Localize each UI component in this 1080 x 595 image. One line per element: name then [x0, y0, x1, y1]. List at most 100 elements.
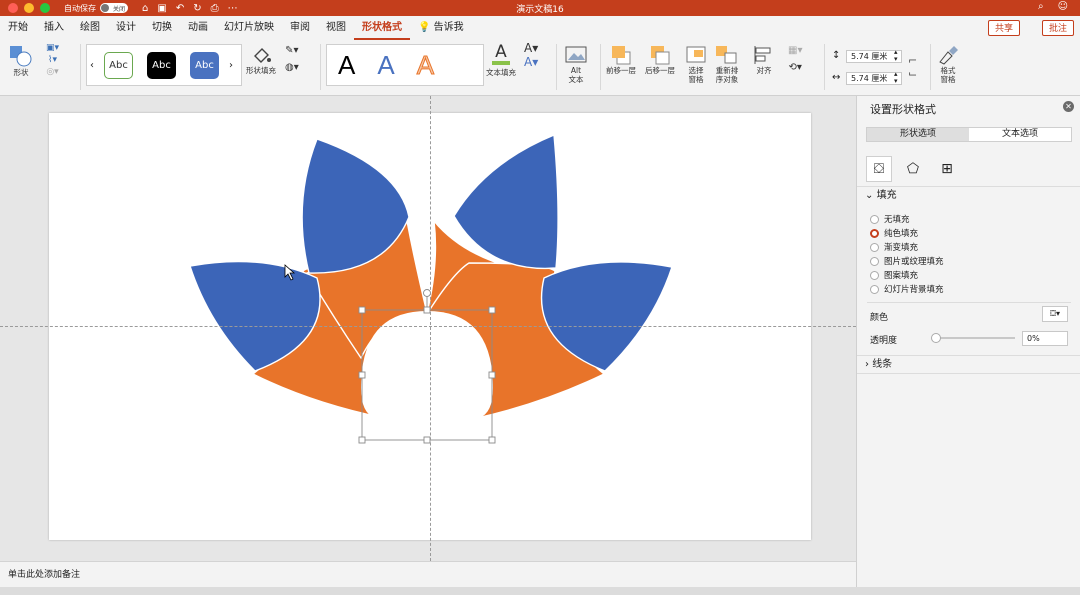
resize-handle-e[interactable]	[488, 371, 496, 379]
wordart-black[interactable]: A	[338, 50, 355, 81]
shape-effects-icon[interactable]: ◍▾	[285, 63, 299, 73]
search-icon[interactable]: ⌕	[1038, 1, 1044, 12]
wordart-orange[interactable]: A	[416, 49, 434, 81]
tab-design[interactable]: 设计	[108, 16, 144, 40]
notes-area[interactable]: 单击此处添加备注	[0, 561, 856, 587]
selected-half-circle-shape[interactable]	[361, 311, 493, 418]
gallery-prev-icon[interactable]: ‹	[87, 60, 97, 71]
tab-tell-me[interactable]: 💡 告诉我	[410, 16, 472, 40]
fill-option-none[interactable]: 无填充	[870, 213, 910, 225]
print-icon[interactable]: ⎙	[211, 3, 219, 14]
shape-fill-button[interactable]: 形状填充	[246, 44, 276, 75]
close-window-button[interactable]	[8, 3, 18, 13]
close-pane-icon[interactable]: ✕	[1063, 101, 1074, 112]
reorder-icon	[716, 46, 737, 64]
tell-me-label: 告诉我	[433, 22, 464, 33]
resize-handle-nw[interactable]	[358, 306, 366, 314]
transparency-slider-thumb[interactable]	[931, 333, 941, 343]
resize-handle-w[interactable]	[358, 371, 366, 379]
fill-option-label: 幻灯片背景填充	[884, 285, 944, 295]
rotate-icon[interactable]: ⟲▾	[789, 63, 802, 73]
alt-text-button[interactable]: Alt 文本	[564, 44, 588, 84]
fill-option-slide-background[interactable]: 幻灯片背景填充	[870, 283, 944, 295]
edit-points-icon[interactable]: ⌇▾	[48, 56, 57, 65]
format-pane-button[interactable]: 格式 窗格	[936, 44, 960, 84]
autosave-label: 自动保存	[64, 3, 96, 13]
reorder-objects-button[interactable]: 重新排 序对象	[713, 44, 741, 84]
text-box-icon[interactable]: ▣▾	[46, 44, 59, 53]
minimize-window-button[interactable]	[24, 3, 34, 13]
wordart-blue[interactable]: A	[377, 50, 394, 81]
effects-tab[interactable]: ⬠	[900, 156, 926, 182]
pentagon-icon: ⬠	[906, 161, 920, 177]
align-label: 对齐	[756, 66, 772, 75]
transparency-label: 透明度	[870, 336, 898, 346]
tab-review[interactable]: 审阅	[282, 16, 318, 40]
transparency-input[interactable]: 0%	[1022, 331, 1068, 346]
radio-icon	[870, 284, 879, 294]
fill-option-picture[interactable]: 图片或纹理填充	[870, 255, 944, 267]
tab-draw[interactable]: 绘图	[72, 16, 108, 40]
fill-option-solid[interactable]: 纯色填充	[870, 227, 918, 239]
shape-style-outline[interactable]: Abc	[104, 51, 133, 79]
transparency-slider[interactable]	[931, 333, 1015, 343]
tab-view[interactable]: 视图	[318, 16, 354, 40]
tab-transitions[interactable]: 切换	[144, 16, 180, 40]
tab-text-options[interactable]: 文本选项	[969, 128, 1071, 141]
fill-option-gradient[interactable]: 渐变填充	[870, 241, 918, 253]
size-properties-tab[interactable]: ⊞	[934, 156, 960, 182]
tab-home[interactable]: 开始	[0, 16, 36, 40]
pane-option-tabs: 形状选项 文本选项	[866, 127, 1072, 142]
text-fill-button[interactable]: A 文本填充	[486, 44, 516, 78]
maximize-window-button[interactable]	[40, 3, 50, 13]
send-backward-button[interactable]: 后移一层	[645, 44, 675, 75]
width-stepper-icon[interactable]: ▴ ▾	[894, 71, 898, 85]
bring-forward-label: 前移一层	[606, 66, 636, 75]
resize-handle-se[interactable]	[488, 436, 496, 444]
more-icon[interactable]: ⋯	[228, 3, 238, 14]
align-button[interactable]: 对齐	[752, 44, 776, 75]
autosave-toggle[interactable]: 关闭	[100, 3, 128, 13]
save-icon[interactable]: ▣	[157, 3, 166, 14]
fill-option-pattern[interactable]: 图案填充	[870, 269, 918, 281]
comment-button[interactable]: 批注	[1041, 20, 1074, 36]
selection-pane-button[interactable]: 选择 窗格	[684, 44, 708, 84]
bring-forward-button[interactable]: 前移一层	[606, 44, 636, 75]
undo-icon[interactable]: ↶	[176, 3, 184, 14]
ribbon-tabs: 开始 插入 绘图 设计 切换 动画 幻灯片放映 审阅 视图 形状格式 💡 告诉我…	[0, 16, 1080, 40]
blue-petal-upper-right[interactable]	[453, 134, 559, 270]
shape-style-black[interactable]: Abc	[147, 51, 176, 79]
height-stepper-icon[interactable]: ▴ ▾	[894, 49, 898, 63]
resize-handle-sw[interactable]	[358, 436, 366, 444]
share-button[interactable]: 共享	[987, 20, 1020, 36]
horizontal-smart-guide	[0, 326, 856, 327]
status-bar	[0, 587, 1080, 595]
resize-handle-ne[interactable]	[488, 306, 496, 314]
text-outline-icon[interactable]: A▾	[524, 42, 538, 54]
radio-icon	[870, 256, 879, 266]
tab-slideshow[interactable]: 幻灯片放映	[216, 16, 282, 40]
group-icon[interactable]: ▦▾	[788, 46, 802, 56]
tab-shape-options[interactable]: 形状选项	[867, 128, 969, 141]
lock-aspect-icon[interactable]: ⌐ ⌙	[908, 54, 917, 80]
color-picker-button[interactable]: ⛋▾	[1042, 306, 1068, 322]
tab-insert[interactable]: 插入	[36, 16, 72, 40]
wordart-gallery: A A A	[326, 44, 484, 86]
text-effects-tools: A▾ A▾	[524, 42, 538, 68]
gallery-next-icon[interactable]: ›	[226, 60, 236, 71]
tab-shape-format[interactable]: 形状格式	[354, 16, 410, 40]
insert-shape-button[interactable]: 形状	[8, 44, 34, 77]
home-icon[interactable]: ⌂	[142, 3, 148, 14]
fill-section-header[interactable]: ⌄ 填充	[857, 186, 1080, 204]
merge-shapes-icon[interactable]: ◎▾	[46, 68, 58, 77]
text-effects-icon[interactable]: A▾	[524, 56, 538, 68]
shape-outline-icon[interactable]: ✎▾	[285, 46, 298, 56]
account-icon[interactable]: ☺	[1058, 1, 1068, 12]
title-bar: 自动保存 关闭 ⌂ ▣ ↶ ↻ ⎙ ⋯ 演示文稿16 ⌕ ☺	[0, 0, 1080, 16]
shape-style-blue[interactable]: Abc	[190, 51, 219, 79]
line-section-header[interactable]: › 线条	[857, 355, 1080, 373]
redo-icon[interactable]: ↻	[193, 3, 201, 14]
fill-line-tab[interactable]: ⛋	[866, 156, 892, 182]
alt-text-icon	[565, 46, 587, 63]
tab-animations[interactable]: 动画	[180, 16, 216, 40]
